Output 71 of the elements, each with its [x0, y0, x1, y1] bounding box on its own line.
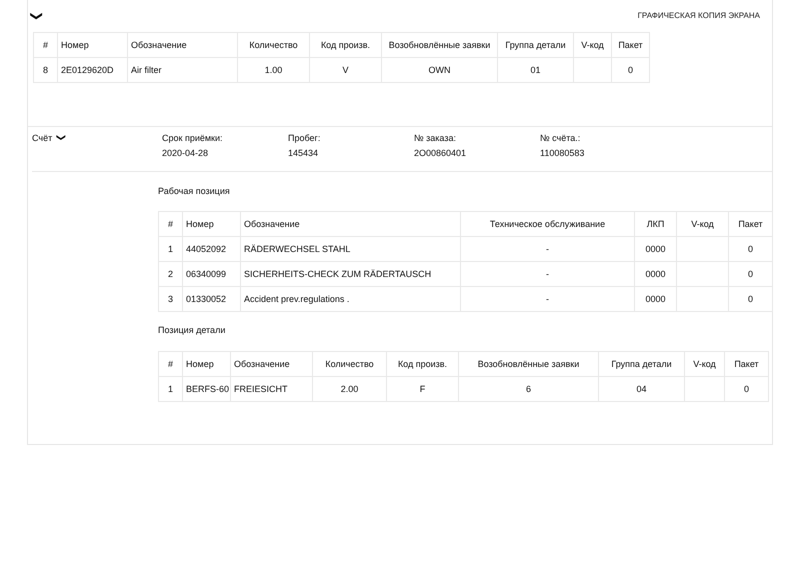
column-header: #	[168, 359, 173, 369]
table-cell: 06340099	[186, 269, 226, 279]
field-label: Срок приёмки:	[162, 133, 224, 143]
table-cell: 2	[168, 269, 173, 279]
column-header: Группа детали	[611, 359, 672, 369]
table-cell: 0	[748, 244, 753, 254]
table-cell: 0	[628, 65, 633, 75]
column-header: V-код	[691, 219, 714, 229]
column-header: Номер	[186, 219, 214, 229]
table-cell: OWN	[428, 65, 450, 75]
column-header: ЛКП	[646, 219, 664, 229]
column-header: Количество	[325, 359, 374, 369]
field-value: 145434	[288, 148, 320, 158]
field-value: 2020-04-28	[162, 148, 210, 158]
table-cell: 1	[168, 244, 173, 254]
table-cell: -	[546, 294, 549, 304]
column-header: Обозначение	[244, 219, 300, 229]
table-cell: 1.00	[264, 65, 282, 75]
column-header: Код произв.	[398, 359, 448, 369]
column-header: Пакет	[734, 359, 759, 369]
table-cell: BERFS-60	[186, 384, 230, 394]
table-cell: 6	[526, 384, 531, 394]
field-label: Пробег:	[288, 133, 322, 143]
column-header: Код произв.	[320, 40, 370, 50]
column-header: #	[42, 40, 48, 50]
table-cell: 8	[42, 65, 48, 75]
invoice-label: Счёт	[32, 133, 52, 143]
table-cell: F	[420, 384, 426, 394]
table-cell: 2E0129620D	[61, 65, 114, 75]
table-cell: 1	[168, 384, 173, 394]
table-cell: Air filter	[131, 65, 162, 75]
column-header: Обозначение	[234, 359, 290, 369]
column-header: Возобновлённые заявки	[478, 359, 580, 369]
column-header: Номер	[61, 40, 89, 50]
screen-copy-caption: ГРАФИЧЕСКАЯ КОПИЯ ЭКРАНА	[638, 11, 760, 20]
section-title: Позиция детали	[158, 325, 226, 337]
column-header: Группа детали	[505, 40, 566, 50]
table-cell: 0	[748, 269, 753, 279]
column-header: #	[168, 219, 173, 229]
column-header: V-код	[581, 40, 604, 50]
column-header: Номер	[186, 359, 214, 369]
column-header: Количество	[249, 40, 298, 50]
field-value: 110080583	[540, 148, 586, 158]
section-title: Рабочая позиция	[158, 186, 231, 198]
column-header: Возобновлённые заявки	[388, 40, 490, 50]
table-cell: 0	[744, 384, 749, 394]
table-cell: 0000	[645, 294, 666, 304]
table-cell: -	[546, 244, 549, 254]
column-header: Пакет	[618, 40, 643, 50]
table-cell: 01	[530, 65, 540, 75]
table-cell: 01330052	[186, 294, 226, 304]
field-label: № заказа:	[414, 133, 457, 143]
table-cell: Accident prev.regulations .	[244, 294, 350, 304]
table-cell: RÄDERWECHSEL STAHL	[244, 244, 350, 254]
table-cell: 04	[636, 384, 646, 394]
table-cell: FREIESICHT	[234, 384, 288, 394]
table-cell: 0	[748, 294, 753, 304]
table-cell: 0000	[645, 269, 666, 279]
field-value: 2O00860401	[414, 148, 468, 158]
field-label: № счёта.:	[540, 133, 582, 143]
table-cell: V	[342, 65, 348, 75]
table-cell: 44052092	[186, 244, 226, 254]
column-header: V-код	[693, 359, 716, 369]
column-header: Обозначение	[131, 40, 187, 50]
table-cell: 3	[168, 294, 173, 304]
table-cell: 2.00	[340, 384, 358, 394]
table-cell: 0000	[645, 244, 666, 254]
table-cell: SICHERHEITS-CHECK ZUM RÄDERTAUSCH	[244, 269, 432, 279]
column-header: Пакет	[738, 219, 763, 229]
column-header: Техническое обслуживание	[490, 219, 606, 229]
table-cell: -	[546, 269, 549, 279]
